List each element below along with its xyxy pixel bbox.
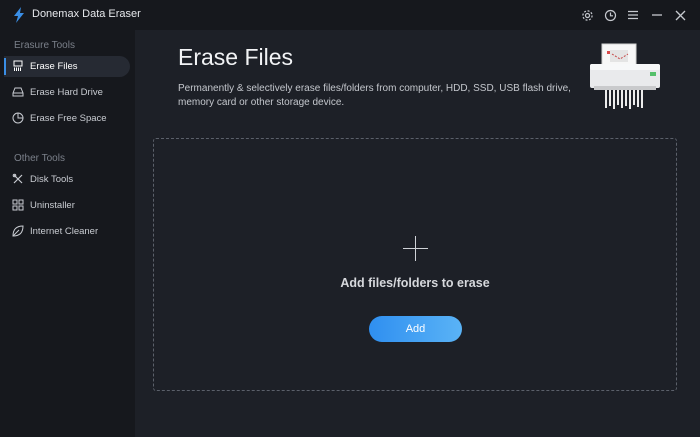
sidebar: Erasure Tools Erase Files Erase Hard Dri… (0, 30, 135, 437)
file-dropzone[interactable]: Add files/folders to erase Add (153, 138, 677, 391)
main-panel: Erase Files Permanently & selectively er… (135, 30, 700, 437)
app-title: Donemax Data Eraser (32, 8, 141, 20)
sidebar-item-label: Erase Files (30, 61, 78, 72)
app-window: Donemax Data Eraser Erasure Tools Erase … (0, 0, 700, 437)
sidebar-item-internet-cleaner[interactable]: Internet Cleaner (4, 221, 130, 242)
sidebar-item-disk-tools[interactable]: Disk Tools (4, 169, 130, 190)
sidebar-item-uninstaller[interactable]: Uninstaller (4, 195, 130, 216)
sidebar-item-label: Erase Free Space (30, 113, 107, 124)
plus-icon[interactable] (403, 236, 428, 261)
app-logo-icon (14, 7, 24, 23)
dropzone-text: Add files/folders to erase (340, 276, 490, 290)
file-shred-icon (13, 60, 23, 71)
tools-icon (12, 173, 23, 184)
sidebar-item-erase-hard-drive[interactable]: Erase Hard Drive (4, 82, 130, 103)
close-icon[interactable] (671, 6, 689, 24)
sidebar-item-label: Uninstaller (30, 200, 75, 211)
grid-icon (12, 199, 24, 211)
leaf-icon (12, 225, 24, 237)
shredder-illustration-icon (590, 43, 660, 109)
page-title: Erase Files (178, 44, 294, 70)
sidebar-item-label: Internet Cleaner (30, 226, 99, 237)
gear-icon[interactable] (578, 6, 596, 24)
section-title-erasure-tools: Erasure Tools (14, 40, 75, 51)
hard-drive-icon (12, 87, 24, 97)
sidebar-item-erase-free-space[interactable]: Erase Free Space (4, 108, 130, 129)
active-indicator (4, 58, 6, 75)
sidebar-item-label: Erase Hard Drive (30, 87, 103, 98)
menu-icon[interactable] (624, 6, 642, 24)
sidebar-item-label: Disk Tools (30, 174, 74, 185)
section-title-other-tools: Other Tools (14, 153, 65, 164)
history-icon[interactable] (601, 6, 619, 24)
minimize-icon[interactable] (648, 6, 666, 24)
page-description: Permanently & selectively erase files/fo… (178, 83, 571, 108)
sidebar-item-erase-files[interactable]: Erase Files (4, 56, 130, 77)
add-button[interactable]: Add (369, 316, 462, 342)
title-bar: Donemax Data Eraser (0, 0, 700, 30)
pie-chart-icon (12, 112, 24, 124)
